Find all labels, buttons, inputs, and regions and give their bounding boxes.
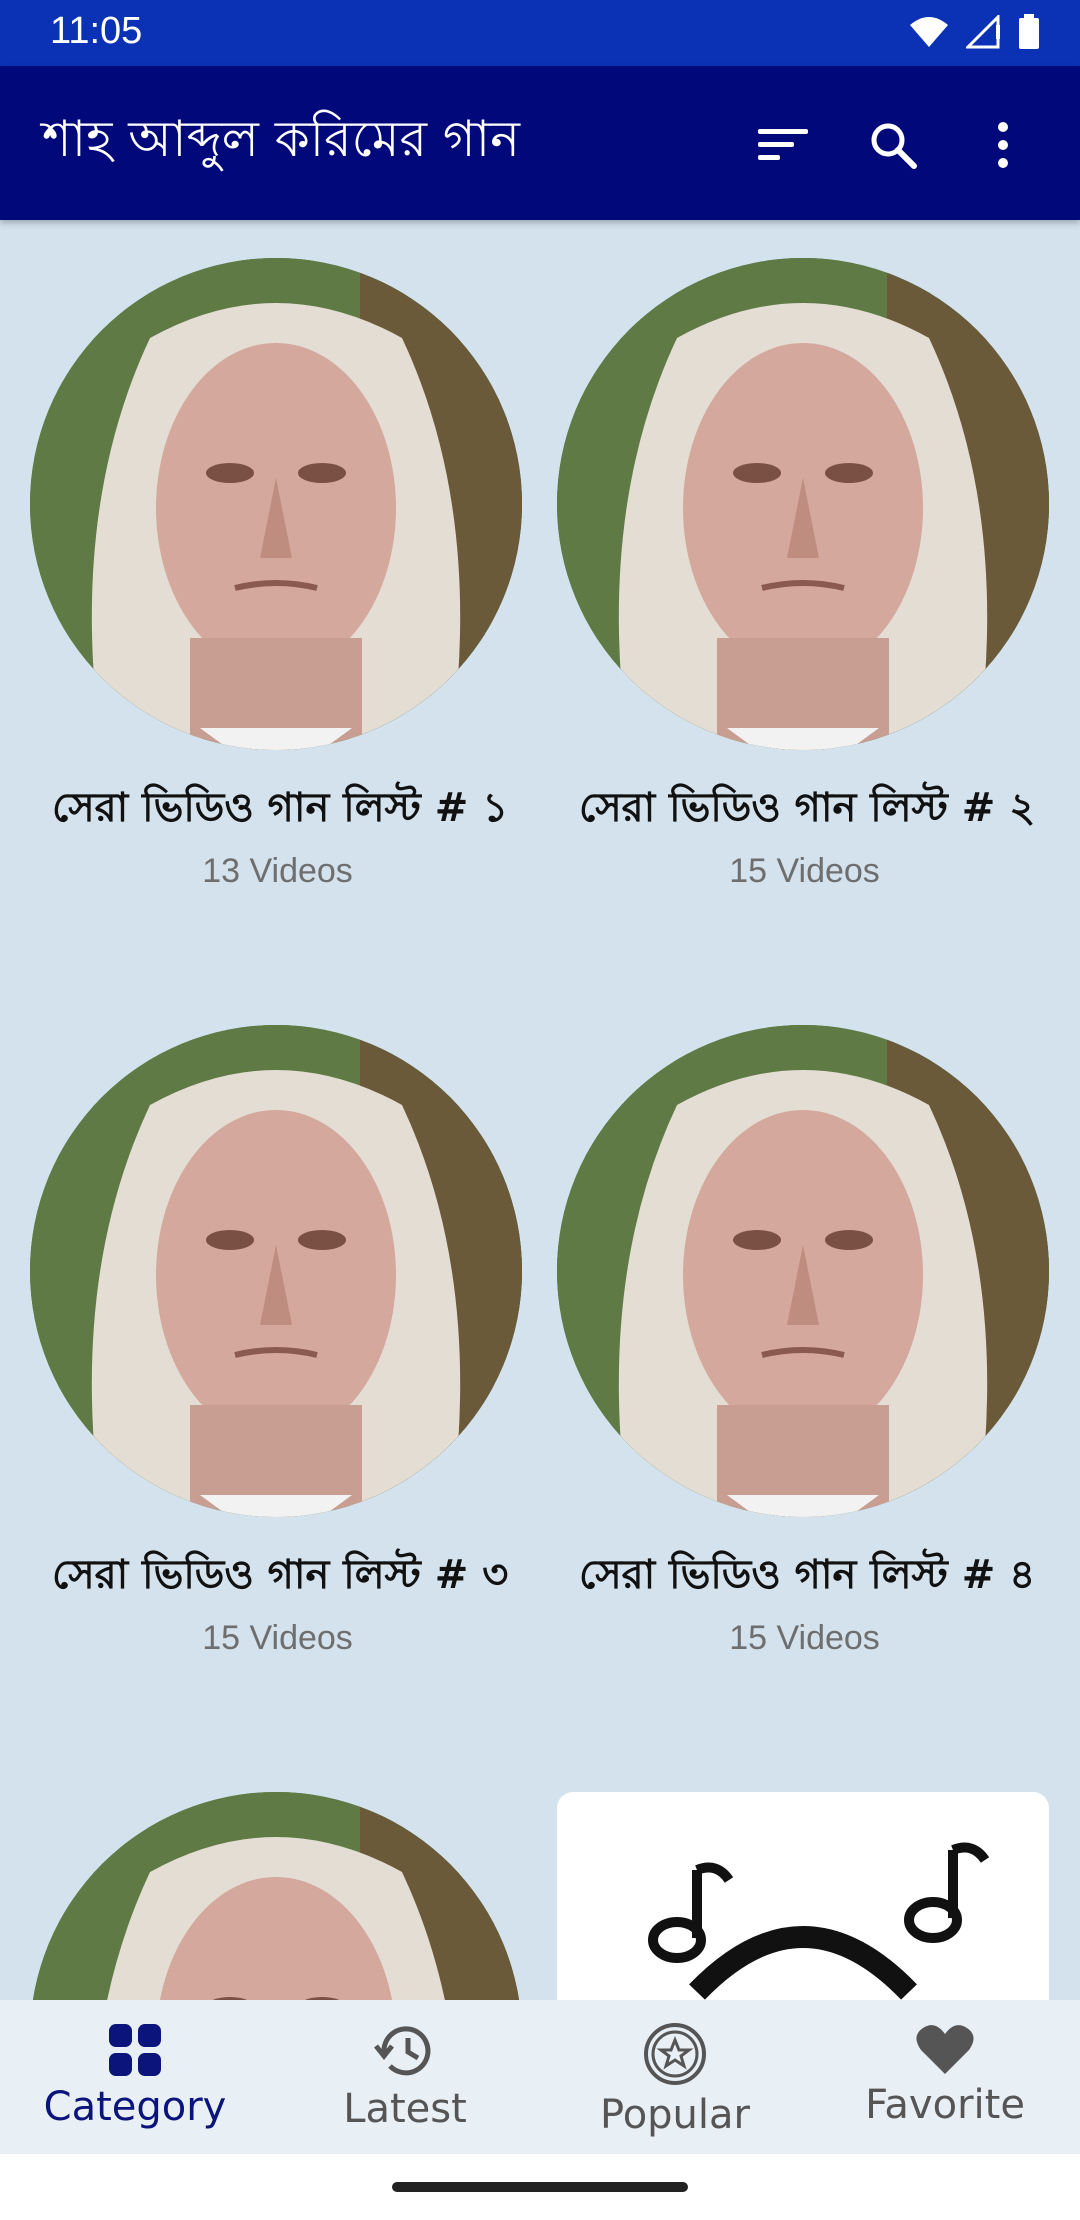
nav-latest[interactable]: Latest: [270, 2000, 540, 2154]
home-gesture-handle[interactable]: [392, 2182, 688, 2192]
nav-category[interactable]: Category: [0, 2000, 270, 2154]
nav-favorite[interactable]: Favorite: [810, 2000, 1080, 2154]
status-bar: 11:05: [0, 0, 1080, 66]
music-notes-icon: [648, 1842, 990, 2000]
gesture-area: [0, 2154, 1080, 2220]
signal-icon: [966, 15, 1000, 49]
status-time: 11:05: [50, 10, 143, 52]
category-card[interactable]: [30, 1792, 525, 2000]
category-title: সেরা ভিডিও গান লিস্ট # ২: [579, 785, 1036, 831]
app-actions: [728, 110, 1058, 180]
heart-icon: [916, 2025, 974, 2074]
music-category-card[interactable]: [557, 1792, 1049, 2000]
category-card[interactable]: সেরা ভিডিও গান লিস্ট # ৪ 15 Videos: [557, 1025, 1052, 1658]
video-count: 15 Videos: [202, 1619, 353, 1657]
category-thumbnail: [30, 1792, 522, 2000]
category-title: সেরা ভিডিও গান লিস্ট # ৩: [52, 1552, 509, 1598]
category-card[interactable]: সেরা ভিডিও গান লিস্ট # ৩ 15 Videos: [30, 1025, 525, 1658]
category-title: সেরা ভিডিও গান লিস্ট # ৪: [579, 1552, 1036, 1598]
battery-icon: [1019, 14, 1039, 49]
category-grid: সেরা ভিডিও গান লিস্ট # ১ 13 Videos সেরা …: [0, 220, 1080, 2000]
sort-icon: [758, 129, 808, 160]
star-badge-icon: [644, 2023, 706, 2085]
category-thumbnail: [557, 1025, 1049, 1517]
category-title: সেরা ভিডিও গান লিস্ট # ১: [52, 785, 509, 831]
grid-icon: [109, 2024, 161, 2076]
category-thumbnail: [30, 1025, 522, 1517]
video-count: 15 Videos: [729, 852, 880, 890]
nav-label: Category: [43, 2084, 227, 2130]
nav-label: Favorite: [865, 2082, 1025, 2128]
category-thumbnail: [557, 258, 1049, 750]
sort-button[interactable]: [728, 110, 838, 180]
category-card[interactable]: সেরা ভিডিও গান লিস্ট # ২ 15 Videos: [557, 258, 1052, 891]
status-icons: [908, 14, 1040, 50]
category-card[interactable]: সেরা ভিডিও গান লিস্ট # ১ 13 Videos: [30, 258, 525, 891]
history-icon: [374, 2026, 431, 2076]
app-title: শাহ আব্দুল করিমের গান: [42, 110, 520, 168]
bottom-navigation: Category Latest Popular Favorite: [0, 2000, 1080, 2154]
video-count: 15 Videos: [729, 1619, 880, 1657]
nav-label: Latest: [343, 2086, 467, 2132]
more-options-button[interactable]: [948, 110, 1058, 180]
search-icon: [871, 123, 917, 169]
video-count: 13 Videos: [202, 852, 353, 890]
search-button[interactable]: [838, 110, 948, 180]
wifi-icon: [910, 17, 948, 47]
nav-popular[interactable]: Popular: [540, 2000, 810, 2154]
more-vertical-icon: [998, 122, 1008, 168]
nav-label: Popular: [600, 2092, 750, 2138]
category-thumbnail: [30, 258, 522, 750]
app-bar: শাহ আব্দুল করিমের গান: [0, 66, 1080, 220]
